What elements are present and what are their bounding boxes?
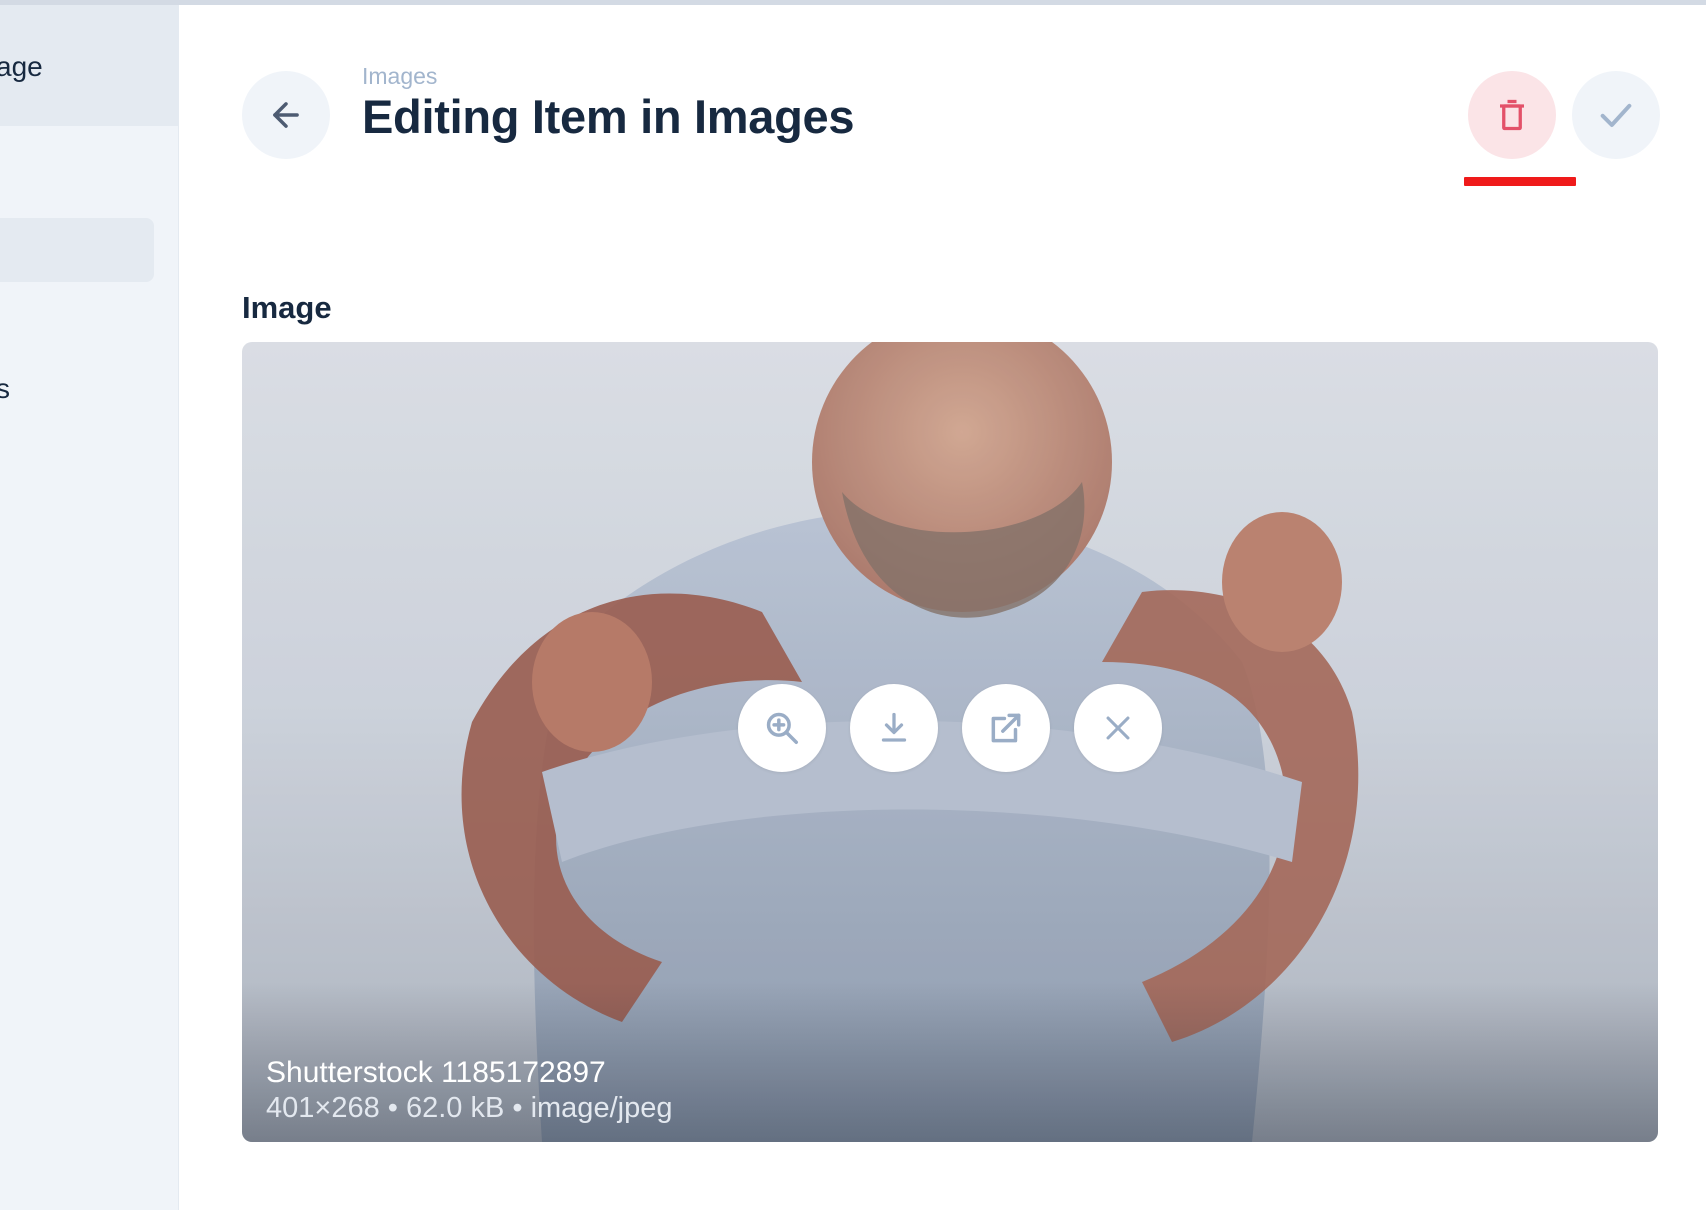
main-content: Images Editing Item in Images Image Shut…	[179, 5, 1706, 1210]
delete-highlight-underline	[1464, 177, 1576, 186]
save-button[interactable]	[1572, 71, 1660, 159]
open-external-icon	[991, 713, 1021, 743]
breadcrumb[interactable]: Images	[362, 63, 437, 90]
sidebar-item-active[interactable]: age	[0, 5, 178, 126]
image-preview[interactable]: Shutterstock 1185172897 401×268 • 62.0 k…	[242, 342, 1658, 1142]
image-actions	[738, 684, 1162, 772]
page-title: Editing Item in Images	[362, 90, 855, 143]
field-label-image: Image	[242, 290, 332, 325]
check-icon	[1600, 103, 1632, 127]
sidebar-item-label[interactable]: s	[0, 373, 10, 405]
image-file-meta: 401×268 • 62.0 kB • image/jpeg	[266, 1092, 673, 1124]
sidebar-item-label: age	[0, 51, 43, 82]
delete-button[interactable]	[1468, 71, 1556, 159]
close-icon	[1106, 716, 1130, 740]
download-button[interactable]	[850, 684, 938, 772]
sidebar: age s	[0, 5, 179, 1210]
remove-image-button[interactable]	[1074, 684, 1162, 772]
back-button[interactable]	[242, 71, 330, 159]
zoom-in-icon	[766, 712, 798, 744]
arrow-left-icon	[273, 102, 299, 128]
zoom-button[interactable]	[738, 684, 826, 772]
download-icon	[881, 712, 907, 742]
trash-icon	[1500, 99, 1524, 131]
image-file-name: Shutterstock 1185172897	[266, 1056, 606, 1089]
sidebar-item-highlighted[interactable]	[0, 218, 154, 282]
open-in-new-tab-button[interactable]	[962, 684, 1050, 772]
